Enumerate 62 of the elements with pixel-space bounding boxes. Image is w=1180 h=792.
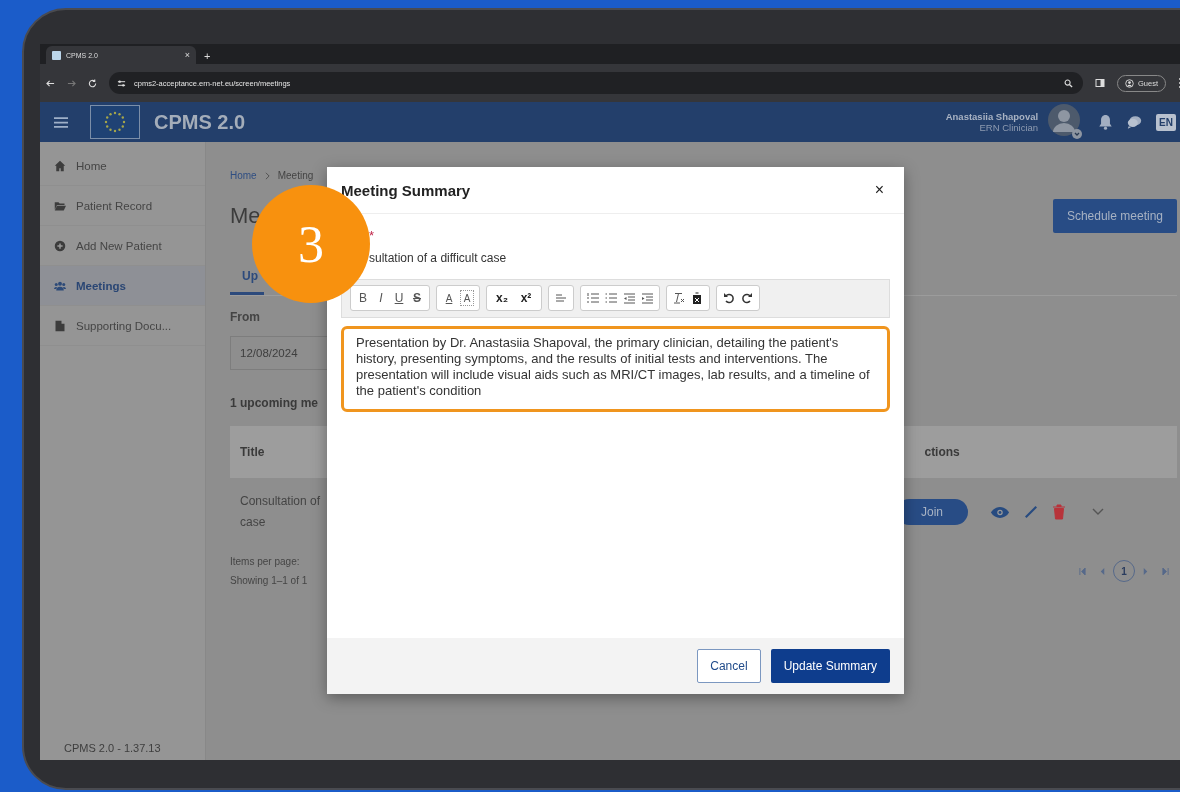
chevron-down-icon[interactable] <box>1092 508 1104 516</box>
favicon-icon <box>52 50 61 60</box>
folder-icon <box>54 199 66 212</box>
highlight-button[interactable]: A <box>458 288 476 308</box>
underline-button[interactable]: U <box>390 288 408 308</box>
bell-icon[interactable] <box>1098 114 1114 130</box>
cancel-button[interactable]: Cancel <box>697 649 761 683</box>
pencil-icon[interactable] <box>1024 504 1038 520</box>
people-icon <box>54 279 66 292</box>
document-icon <box>54 319 66 332</box>
update-summary-button[interactable]: Update Summary <box>770 649 890 683</box>
menu-icon[interactable] <box>54 116 68 128</box>
chat-icon[interactable] <box>1127 114 1143 130</box>
from-label: From <box>230 310 260 324</box>
column-header: Title <box>240 445 265 459</box>
chevron-right-icon <box>264 171 270 180</box>
strike-button[interactable]: S <box>408 288 426 308</box>
side-panel-icon[interactable] <box>1095 78 1105 88</box>
site-settings-icon[interactable] <box>117 78 126 88</box>
column-header: ctions <box>924 445 960 459</box>
forward-icon[interactable] <box>67 78 76 88</box>
user-role: ERN Clinician <box>979 122 1039 133</box>
redo-icon <box>741 292 753 304</box>
language-button[interactable]: EN <box>1156 113 1176 131</box>
subscript-button[interactable]: x₂ <box>490 288 514 308</box>
schedule-meeting-button[interactable]: Schedule meeting <box>1052 199 1177 233</box>
showing-label: Showing 1–1 of 1 <box>230 575 308 586</box>
page-title: Me <box>230 203 261 229</box>
zoom-icon[interactable] <box>1064 78 1073 88</box>
close-button[interactable]: × <box>874 181 884 199</box>
tab-close-button[interactable]: × <box>184 50 190 60</box>
dialog-title: Meeting Summary <box>341 181 471 199</box>
home-icon <box>54 159 66 172</box>
flag-logo-icon <box>90 105 140 139</box>
undo-icon <box>723 292 735 304</box>
indent-icon <box>641 292 653 304</box>
outdent-icon <box>623 292 635 304</box>
back-icon[interactable] <box>46 78 55 88</box>
bullet-list-icon <box>605 292 617 304</box>
summary-editor[interactable]: Presentation by Dr. Anastasiia Shapoval, the primary clinician, detailing the patient's history, presenting symptoms, and the results of initial tests and interventions. The presentation will include visual aids such as MRI/CT images, lab results, and a timeline of the patient's condition <box>341 326 890 412</box>
meeting-title-text: sultation of a difficult case <box>369 251 507 265</box>
italic-button[interactable]: I <box>372 288 390 308</box>
new-tab-button[interactable]: + <box>204 50 211 62</box>
items-per-page-label: Items per page: <box>230 556 301 567</box>
clear-format-icon <box>673 292 685 304</box>
superscript-button[interactable]: x² <box>514 288 538 308</box>
required-mark: * <box>369 228 375 243</box>
align-icon <box>555 292 567 304</box>
profile-icon <box>1125 78 1134 88</box>
reload-icon[interactable] <box>88 78 97 88</box>
table-cell-text: Consultation of case <box>240 493 322 531</box>
plus-icon <box>54 239 66 252</box>
trash-icon <box>691 292 703 304</box>
app-title: CPMS 2.0 <box>154 110 246 134</box>
breadcrumb-current: Meeting <box>277 170 314 181</box>
eye-icon[interactable] <box>990 505 1010 519</box>
avatar-icon[interactable] <box>1048 104 1085 140</box>
numbered-list-icon <box>587 292 599 304</box>
user-name: Anastasiia Shapoval <box>945 111 1039 122</box>
version-label: CPMS 2.0 - 1.37.13 <box>63 742 162 754</box>
color-button[interactable]: A <box>440 288 458 308</box>
meeting-count: 1 upcoming me <box>230 396 318 410</box>
